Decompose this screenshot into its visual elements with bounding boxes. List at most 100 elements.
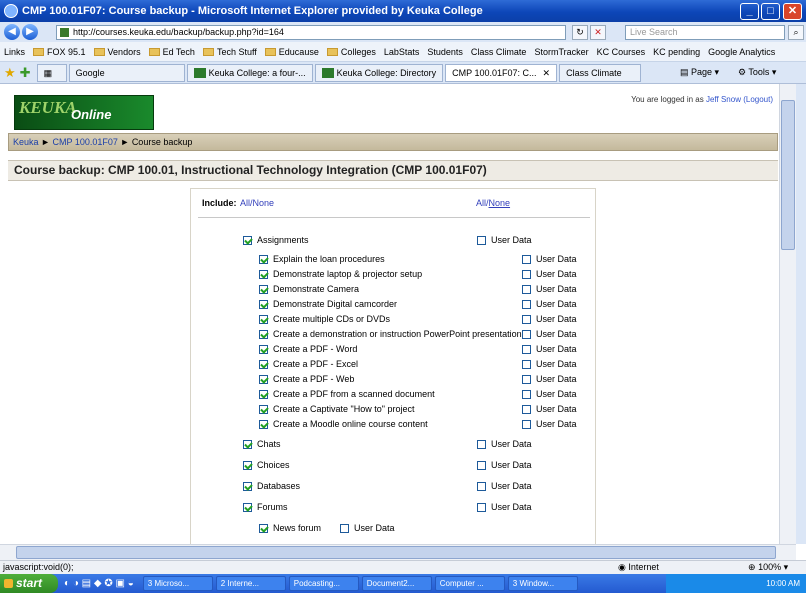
tools-menu[interactable]: ⚙ Tools ▾ xyxy=(738,67,776,78)
assignment-checkbox[interactable] xyxy=(259,345,268,354)
search-icon[interactable]: ⌕ xyxy=(788,25,804,40)
horizontal-scrollbar[interactable] xyxy=(0,544,796,560)
user-data-checkbox[interactable] xyxy=(522,420,531,429)
user-data-checkbox[interactable] xyxy=(477,440,486,449)
add-favorites-icon[interactable]: ✚ xyxy=(20,65,31,81)
close-tab-icon[interactable]: ✕ xyxy=(543,65,551,81)
link-item[interactable]: Educause xyxy=(264,47,319,57)
module-checkbox[interactable] xyxy=(243,236,252,245)
scroll-thumb[interactable] xyxy=(781,100,795,250)
taskbar-button[interactable]: 2 Interne... xyxy=(215,576,286,591)
assignment-checkbox[interactable] xyxy=(259,375,268,384)
taskbar-button[interactable]: 3 Window... xyxy=(507,576,578,591)
site-logo[interactable]: KEUKA Online xyxy=(14,95,154,130)
module-checkbox[interactable] xyxy=(243,482,252,491)
assignment-checkbox[interactable] xyxy=(259,405,268,414)
assignment-checkbox[interactable] xyxy=(259,420,268,429)
tab-google[interactable]: Google xyxy=(68,63,185,82)
logout-link[interactable]: (Logout) xyxy=(743,95,773,104)
user-data-checkbox[interactable] xyxy=(522,375,531,384)
tab-course-backup[interactable]: CMP 100.01F07: C... ✕ xyxy=(445,63,558,82)
link-item[interactable]: StormTracker xyxy=(534,47,588,57)
user-data-checkbox[interactable] xyxy=(522,315,531,324)
user-data-checkbox[interactable] xyxy=(522,390,531,399)
assignment-label: Demonstrate laptop & projector setup xyxy=(273,269,423,279)
user-data-checkbox[interactable] xyxy=(340,524,349,533)
user-data-checkbox[interactable] xyxy=(477,461,486,470)
user-data-checkbox[interactable] xyxy=(522,330,531,339)
user-data-checkbox[interactable] xyxy=(522,360,531,369)
clock[interactable]: 10:00 AM xyxy=(766,579,800,588)
link-item[interactable]: Colleges xyxy=(326,47,376,57)
forum-checkbox[interactable] xyxy=(259,524,268,533)
select-all-link[interactable]: All xyxy=(240,198,250,208)
link-item[interactable]: Google Analytics xyxy=(708,47,775,57)
link-item[interactable]: KC pending xyxy=(653,47,700,57)
page-menu[interactable]: ▤ Page ▾ xyxy=(680,67,719,78)
link-item[interactable]: Students xyxy=(427,47,463,57)
user-data-checkbox[interactable] xyxy=(522,300,531,309)
search-input[interactable]: Live Search xyxy=(625,25,785,40)
close-button[interactable]: ✕ xyxy=(783,3,802,20)
scroll-thumb[interactable] xyxy=(16,546,776,559)
user-data-checkbox[interactable] xyxy=(522,270,531,279)
select-none-link[interactable]: None xyxy=(253,198,275,208)
assignment-checkbox[interactable] xyxy=(259,360,268,369)
user-data-checkbox[interactable] xyxy=(522,255,531,264)
module-checkbox[interactable] xyxy=(243,440,252,449)
assignment-label: Create a PDF - Excel xyxy=(273,359,359,369)
vertical-scrollbar[interactable] xyxy=(779,84,796,544)
user-data-checkbox[interactable] xyxy=(477,236,486,245)
zoom-level[interactable]: ⊕ 100% ▾ xyxy=(748,561,788,574)
userdata-none-link[interactable]: None xyxy=(489,198,511,208)
stop-icon[interactable]: ✕ xyxy=(590,25,606,40)
window-title: CMP 100.01F07: Course backup - Microsoft… xyxy=(22,5,483,17)
tab-keuka-home[interactable]: Keuka College: a four-... xyxy=(186,63,313,82)
module-checkbox[interactable] xyxy=(243,503,252,512)
assignment-checkbox[interactable] xyxy=(259,270,268,279)
assignment-label: Create a Captivate "How to" project xyxy=(273,404,415,414)
link-item[interactable]: Vendors xyxy=(93,47,141,57)
link-item[interactable]: Ed Tech xyxy=(148,47,195,57)
taskbar-button[interactable]: Document2... xyxy=(361,576,432,591)
forward-icon[interactable]: ▶ xyxy=(22,24,38,40)
breadcrumb-course[interactable]: CMP 100.01F07 xyxy=(52,137,117,147)
link-item[interactable]: LabStats xyxy=(384,47,420,57)
taskbar-button[interactable]: 3 Microso... xyxy=(142,576,213,591)
user-data-checkbox[interactable] xyxy=(522,345,531,354)
back-icon[interactable]: ◀ xyxy=(4,24,20,40)
minimize-button[interactable]: _ xyxy=(740,3,759,20)
folder-icon xyxy=(148,47,160,56)
breadcrumb-home[interactable]: Keuka xyxy=(13,137,39,147)
user-data-label: User Data xyxy=(536,404,577,414)
url-field[interactable]: http://courses.keuka.edu/backup/backup.p… xyxy=(56,25,566,40)
user-data-checkbox[interactable] xyxy=(522,405,531,414)
user-data-checkbox[interactable] xyxy=(477,482,486,491)
user-data-checkbox[interactable] xyxy=(477,503,486,512)
taskbar-button[interactable]: Podcasting... xyxy=(288,576,359,591)
assignment-checkbox[interactable] xyxy=(259,285,268,294)
taskbar-button[interactable]: Computer ... xyxy=(434,576,505,591)
module-checkbox[interactable] xyxy=(243,461,252,470)
link-item[interactable]: FOX 95.1 xyxy=(33,47,86,57)
start-button[interactable]: start xyxy=(0,574,58,593)
assignment-checkbox[interactable] xyxy=(259,330,268,339)
refresh-icon[interactable]: ↻ xyxy=(572,25,588,40)
user-data-checkbox[interactable] xyxy=(522,285,531,294)
quick-launch-icons[interactable]: ◐ ◑ ▤ ◆ ✪ ▣ ◒ xyxy=(64,578,134,589)
tab-class-climate[interactable]: Class Climate xyxy=(559,63,642,82)
assignment-checkbox[interactable] xyxy=(259,315,268,324)
userdata-all-link[interactable]: All xyxy=(476,198,486,208)
quick-tabs-button[interactable]: ▦ xyxy=(36,63,67,82)
favorites-star-icon[interactable]: ★ xyxy=(4,65,16,81)
module-label: Chats xyxy=(257,439,281,449)
user-link[interactable]: Jeff Snow xyxy=(706,95,741,104)
maximize-button[interactable]: □ xyxy=(761,3,780,20)
link-item[interactable]: Tech Stuff xyxy=(202,47,257,57)
assignment-checkbox[interactable] xyxy=(259,300,268,309)
assignment-checkbox[interactable] xyxy=(259,255,268,264)
assignment-checkbox[interactable] xyxy=(259,390,268,399)
tab-keuka-directory[interactable]: Keuka College: Directory xyxy=(314,63,444,82)
link-item[interactable]: KC Courses xyxy=(597,47,646,57)
link-item[interactable]: Class Climate xyxy=(471,47,527,57)
